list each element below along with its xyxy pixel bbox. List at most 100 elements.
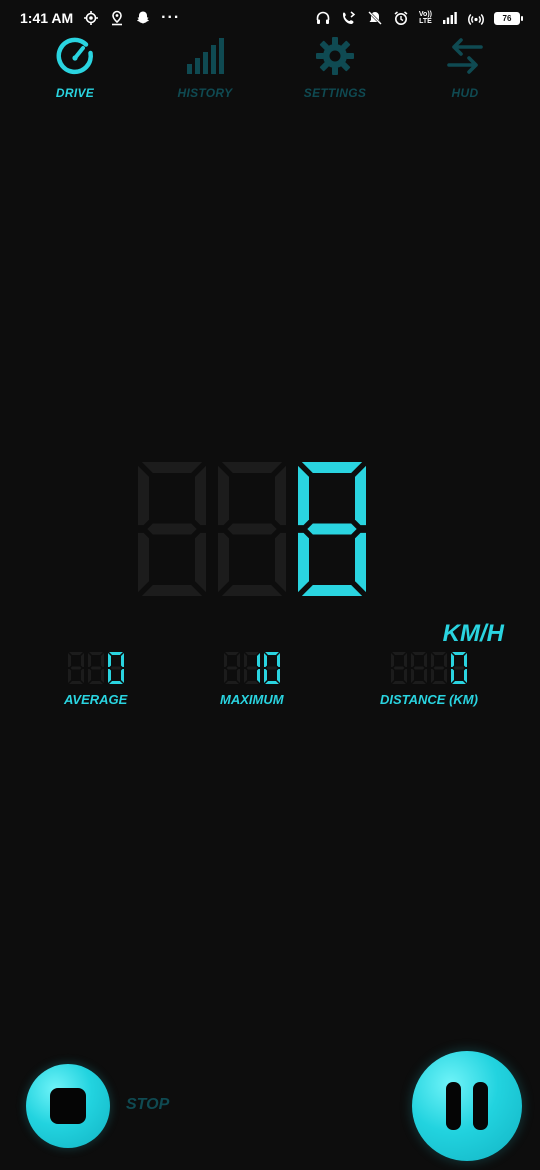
pause-button[interactable]: [412, 1051, 522, 1161]
distance-digit-2-segment-c: [443, 669, 447, 683]
speed-digit-1-segment-b: [275, 465, 286, 526]
pause-icon-left-bar: [446, 1082, 461, 1130]
distance-digit-3-segment-g: [453, 666, 465, 670]
stats-row: AVERAGE MAXIMUM DISTANCE (KM): [0, 652, 540, 712]
maximum-digit-0-segment-g: [226, 666, 238, 670]
distance-digit-1-segment-g: [413, 666, 425, 670]
average-digit-2-segment-c: [120, 669, 124, 683]
swap-arrows-icon: [445, 36, 485, 76]
distance-digit-2-svg: [430, 652, 447, 684]
speed-digit-2-segment-a: [301, 462, 363, 473]
maximum-digit-0: [223, 652, 240, 684]
average-label: AVERAGE: [64, 692, 128, 707]
battery-level: 76: [502, 13, 512, 23]
distance-digit-0-segment-a: [392, 652, 406, 655]
average-digit-1-segment-g: [90, 666, 102, 670]
maximum-digit-0-segment-b: [236, 653, 240, 667]
average-digit-1-svg: [87, 652, 104, 684]
average-digit-0-segment-e: [67, 669, 71, 683]
bar-chart-icon: [185, 36, 225, 76]
average-digit-0-svg: [67, 652, 84, 684]
speedometer-icon: [55, 36, 95, 76]
volte-icon: Vo)) LTE: [419, 11, 432, 25]
maximum-digit-0-segment-a: [224, 652, 239, 655]
speed-digit-0: [138, 462, 206, 596]
distance-digit-2-segment-g: [433, 666, 445, 670]
maximum-digit-2-segment-e: [263, 669, 267, 683]
speed-digit-1: [218, 462, 286, 596]
call-forward-icon: [341, 10, 357, 26]
average-digit-1-segment-f: [87, 653, 91, 667]
maximum-digit-1-segment-a: [244, 652, 259, 655]
stop-icon: [50, 1088, 86, 1124]
maximum-label: MAXIMUM: [220, 692, 284, 707]
distance-digit-2: [430, 652, 447, 684]
status-left: 1:41 AM ···: [20, 9, 181, 27]
notifications-off-icon: [367, 10, 383, 26]
average-digit-2-segment-e: [107, 669, 111, 683]
stat-maximum: MAXIMUM: [220, 652, 284, 707]
tab-history[interactable]: HISTORY: [145, 36, 265, 100]
distance-digits: [390, 652, 467, 684]
speed-digit-0-segment-e: [138, 532, 149, 593]
maximum-digit-1-segment-b: [256, 653, 260, 667]
distance-digit-2-segment-f: [430, 653, 434, 667]
more-notifications-icon: ···: [161, 9, 181, 26]
maximum-digit-0-segment-e: [223, 669, 227, 683]
speed-display: [138, 462, 404, 596]
average-digit-2: [107, 652, 124, 684]
tab-settings[interactable]: SETTINGS: [275, 36, 395, 100]
maximum-digits: [223, 652, 280, 684]
speed-digit-1-segment-e: [218, 532, 229, 593]
distance-digit-0-segment-e: [390, 669, 394, 683]
maximum-digit-0-segment-f: [223, 653, 227, 667]
status-bar: 1:41 AM ··· Vo)) LTE 76: [0, 0, 540, 36]
distance-digit-2-segment-d: [432, 681, 446, 684]
snapchat-icon: [135, 10, 151, 26]
location-target-icon: [83, 10, 99, 26]
hotspot-icon: [468, 10, 484, 26]
distance-digit-3-segment-d: [452, 681, 466, 684]
maximum-digit-0-segment-c: [236, 669, 240, 683]
average-digit-0-segment-a: [68, 652, 83, 655]
tab-hud[interactable]: HUD: [405, 36, 525, 100]
average-digit-2-segment-f: [107, 653, 111, 667]
maximum-digit-2-segment-d: [264, 681, 279, 684]
speed-digit-0-segment-g: [147, 523, 197, 535]
speed-digit-2-segment-g: [307, 523, 357, 535]
maximum-digit-1: [243, 652, 260, 684]
speed-digit-2-segment-d: [301, 585, 363, 596]
maximum-digit-2-segment-g: [266, 666, 278, 670]
maximum-digit-1-svg: [243, 652, 260, 684]
tab-drive[interactable]: DRIVE: [15, 36, 135, 100]
average-digit-1-segment-b: [100, 653, 104, 667]
tab-drive-label: DRIVE: [55, 86, 95, 100]
distance-digit-0-segment-f: [390, 653, 394, 667]
average-digits: [67, 652, 124, 684]
maximum-digit-1-segment-c: [256, 669, 260, 683]
distance-digit-3-segment-b: [463, 653, 467, 667]
average-digit-1-segment-c: [100, 669, 104, 683]
distance-digit-0-segment-c: [403, 669, 407, 683]
speed-digit-1-segment-g: [227, 523, 277, 535]
top-navigation: DRIVE HISTORY SETTINGS HUD: [0, 36, 540, 106]
pause-icon-right-bar: [473, 1082, 488, 1130]
volte-bottom-text: LTE: [419, 18, 432, 25]
maximum-digit-1-segment-g: [246, 666, 258, 670]
speed-digit-1-segment-d: [221, 585, 283, 596]
stop-button[interactable]: [26, 1064, 110, 1148]
volte-top-text: Vo)): [418, 11, 432, 18]
distance-digit-1-segment-d: [412, 681, 426, 684]
maximum-digit-2-segment-b: [276, 653, 280, 667]
speed-digit-1-segment-c: [275, 532, 286, 593]
distance-label: DISTANCE (KM): [380, 692, 478, 707]
distance-digit-1-segment-e: [410, 669, 414, 683]
speed-digit-0-segment-f: [138, 465, 149, 526]
distance-digit-3-segment-a: [452, 652, 466, 655]
speed-digit-2: [298, 462, 366, 596]
maximum-digit-1-segment-e: [243, 669, 247, 683]
average-digit-0: [67, 652, 84, 684]
average-digit-0-segment-c: [80, 669, 84, 683]
battery-icon: 76: [494, 11, 523, 25]
speed-digits: [138, 462, 404, 596]
